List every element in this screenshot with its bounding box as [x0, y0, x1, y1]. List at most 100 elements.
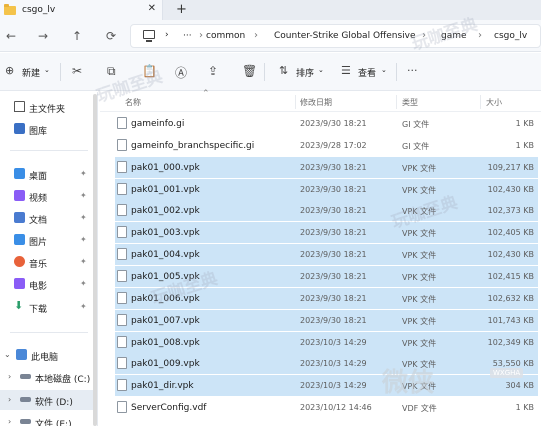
- file-icon: [117, 335, 127, 348]
- column-header: ⌃ 名称 修改日期 类型 大小: [100, 89, 541, 112]
- table-row[interactable]: pak01_007.vpk 2023/9/30 18:21 VPK 文件 101,74…: [115, 309, 538, 331]
- file-name: gameinfo.gi: [131, 119, 185, 129]
- breadcrumb-csgo-lv[interactable]: csgo_lv: [494, 31, 527, 41]
- table-row[interactable]: ServerConfig.vdf 2023/10/12 14:46 VDF 文件 1 …: [115, 397, 538, 418]
- column-type[interactable]: 类型: [402, 97, 418, 108]
- paste-icon[interactable]: 📋: [142, 64, 157, 78]
- view-icon[interactable]: ☰: [341, 64, 351, 77]
- expand-chevron-icon[interactable]: ⌄: [4, 350, 11, 359]
- sort-icon[interactable]: ⇅: [279, 64, 288, 77]
- table-row[interactable]: pak01_001.vpk 2023/9/30 18:21 VPK 文件 102,43…: [115, 178, 538, 200]
- table-row[interactable]: pak01_003.vpk 2023/9/30 18:21 VPK 文件 102,40…: [115, 222, 538, 244]
- address-bar[interactable]: › ··· › common › Counter-Strike Global O…: [130, 24, 541, 48]
- expand-chevron-icon[interactable]: ›: [8, 417, 11, 426]
- file-icon: [117, 248, 127, 261]
- sidebar-item-gallery[interactable]: 图库: [0, 119, 94, 139]
- file-icon: [117, 160, 127, 173]
- cut-icon[interactable]: ✂: [72, 64, 82, 78]
- column-divider[interactable]: [480, 95, 481, 109]
- delete-icon[interactable]: 🗑: [242, 64, 257, 78]
- sidebar-item-this-pc[interactable]: ⌄ 此电脑: [0, 345, 94, 365]
- copy-icon[interactable]: ⧉: [107, 64, 116, 79]
- pin-icon[interactable]: ✦: [80, 235, 87, 244]
- table-row[interactable]: pak01_000.vpk 2023/9/30 18:21 VPK 文件 109,21…: [115, 156, 538, 178]
- pin-icon[interactable]: ✦: [80, 213, 87, 222]
- pin-icon[interactable]: ✦: [80, 302, 87, 311]
- file-size: 1 KB: [515, 403, 534, 413]
- sidebar-item-label: 图片: [29, 238, 48, 248]
- up-button[interactable]: ↑: [72, 29, 82, 43]
- forward-button[interactable]: →: [38, 29, 48, 43]
- table-row[interactable]: pak01_008.vpk 2023/10/3 14:29 VPK 文件 102,34…: [115, 331, 538, 353]
- new-button-label[interactable]: 新建: [22, 66, 40, 79]
- table-row[interactable]: gameinfo_branchspecific.gi 2023/9/28 17:0…: [115, 135, 538, 156]
- table-row[interactable]: gameinfo.gi 2023/9/30 18:21 GI 文件 1 KB: [115, 113, 538, 134]
- sidebar-item-videos[interactable]: 视频 ✦: [0, 186, 94, 206]
- breadcrumb-common[interactable]: common: [206, 31, 245, 41]
- file-name: pak01_006.vpk: [131, 293, 200, 304]
- file-type: VPK 文件: [402, 207, 437, 217]
- file-name: ServerConfig.vdf: [131, 403, 207, 414]
- pin-icon[interactable]: ✦: [80, 279, 87, 288]
- file-icon: [117, 313, 127, 326]
- file-modified: 2023/10/3 14:29: [300, 359, 367, 369]
- column-name[interactable]: 名称: [125, 97, 141, 108]
- pin-icon[interactable]: ✦: [80, 191, 87, 200]
- sidebar-item-drive-c[interactable]: › 本地磁盘 (C:): [0, 367, 94, 387]
- file-size: 109,217 KB: [487, 162, 534, 172]
- file-name: pak01_002.vpk: [131, 206, 200, 217]
- sidebar-item-music[interactable]: 音乐 ✦: [0, 252, 94, 272]
- new-chevron-icon[interactable]: ⌄: [44, 66, 50, 74]
- pin-icon[interactable]: ✦: [80, 169, 87, 178]
- back-button[interactable]: ←: [6, 29, 16, 43]
- file-modified: 2023/9/30 18:21: [300, 250, 367, 260]
- column-modified[interactable]: 修改日期: [300, 97, 332, 108]
- table-row[interactable]: pak01_002.vpk 2023/9/30 18:21 VPK 文件 102,37…: [115, 200, 538, 222]
- sidebar-item-home[interactable]: 主文件夹: [0, 97, 94, 117]
- sidebar-item-documents[interactable]: 文档 ✦: [0, 208, 94, 228]
- file-type: GI 文件: [402, 141, 430, 151]
- pin-icon[interactable]: ✦: [80, 257, 87, 266]
- sidebar-item-pictures[interactable]: 图片 ✦: [0, 230, 94, 250]
- table-row[interactable]: pak01_009.vpk 2023/10/3 14:29 VPK 文件 53,550…: [115, 353, 538, 375]
- file-modified: 2023/9/30 18:21: [300, 119, 367, 128]
- share-icon[interactable]: ⇪: [208, 64, 218, 78]
- breadcrumb-game[interactable]: game: [441, 31, 467, 41]
- file-size: 102,405 KB: [487, 228, 534, 238]
- view-button-label[interactable]: 查看: [358, 66, 376, 79]
- column-size[interactable]: 大小: [486, 97, 502, 108]
- refresh-button[interactable]: ⟳: [106, 29, 116, 43]
- column-divider[interactable]: [295, 95, 296, 109]
- more-icon[interactable]: ···: [407, 64, 418, 77]
- file-icon: [117, 138, 127, 151]
- file-type: VPK 文件: [402, 229, 437, 239]
- new-tab-button[interactable]: +: [176, 2, 187, 17]
- table-row[interactable]: pak01_006.vpk 2023/9/30 18:21 VPK 文件 102,63…: [115, 287, 538, 309]
- file-type: VPK 文件: [402, 382, 437, 392]
- sidebar-item-movies[interactable]: 电影 ✦: [0, 274, 94, 294]
- file-modified: 2023/9/28 17:02: [300, 140, 367, 150]
- sidebar-item-drive-e[interactable]: › 文件 (E:): [0, 412, 94, 426]
- sort-chevron-icon[interactable]: ⌄: [318, 66, 324, 74]
- tab-close-icon[interactable]: ✕: [148, 3, 156, 14]
- rename-icon[interactable]: Ⓐ: [175, 64, 187, 81]
- sort-button-label[interactable]: 排序: [296, 66, 314, 79]
- table-row[interactable]: pak01_004.vpk 2023/9/30 18:21 VPK 文件 102,43…: [115, 244, 538, 266]
- breadcrumb-csgo[interactable]: Counter-Strike Global Offensive: [274, 31, 416, 41]
- table-row[interactable]: pak01_dir.vpk 2023/10/3 14:29 VPK 文件 304 KB: [115, 375, 538, 397]
- sidebar-item-drive-d[interactable]: › 软件 (D:): [0, 390, 94, 410]
- file-name: pak01_003.vpk: [131, 228, 200, 239]
- column-divider[interactable]: [396, 95, 397, 109]
- sidebar-item-desktop[interactable]: 桌面 ✦: [0, 164, 94, 184]
- new-icon[interactable]: ⊕: [5, 64, 14, 77]
- table-row[interactable]: pak01_005.vpk 2023/9/30 18:21 VPK 文件 102,41…: [115, 266, 538, 287]
- sidebar-item-downloads[interactable]: ⬇ 下载 ✦: [0, 297, 94, 317]
- expand-chevron-icon[interactable]: ›: [8, 372, 11, 381]
- expand-chevron-icon[interactable]: ›: [8, 395, 11, 404]
- tab-csgo-lv[interactable]: csgo_lv ✕: [0, 0, 163, 20]
- breadcrumb-more[interactable]: ···: [183, 31, 192, 41]
- view-chevron-icon[interactable]: ⌄: [381, 66, 387, 74]
- drive-icon: [20, 419, 31, 424]
- this-pc-icon[interactable]: [143, 30, 155, 42]
- sidebar-item-label: 视频: [29, 194, 48, 204]
